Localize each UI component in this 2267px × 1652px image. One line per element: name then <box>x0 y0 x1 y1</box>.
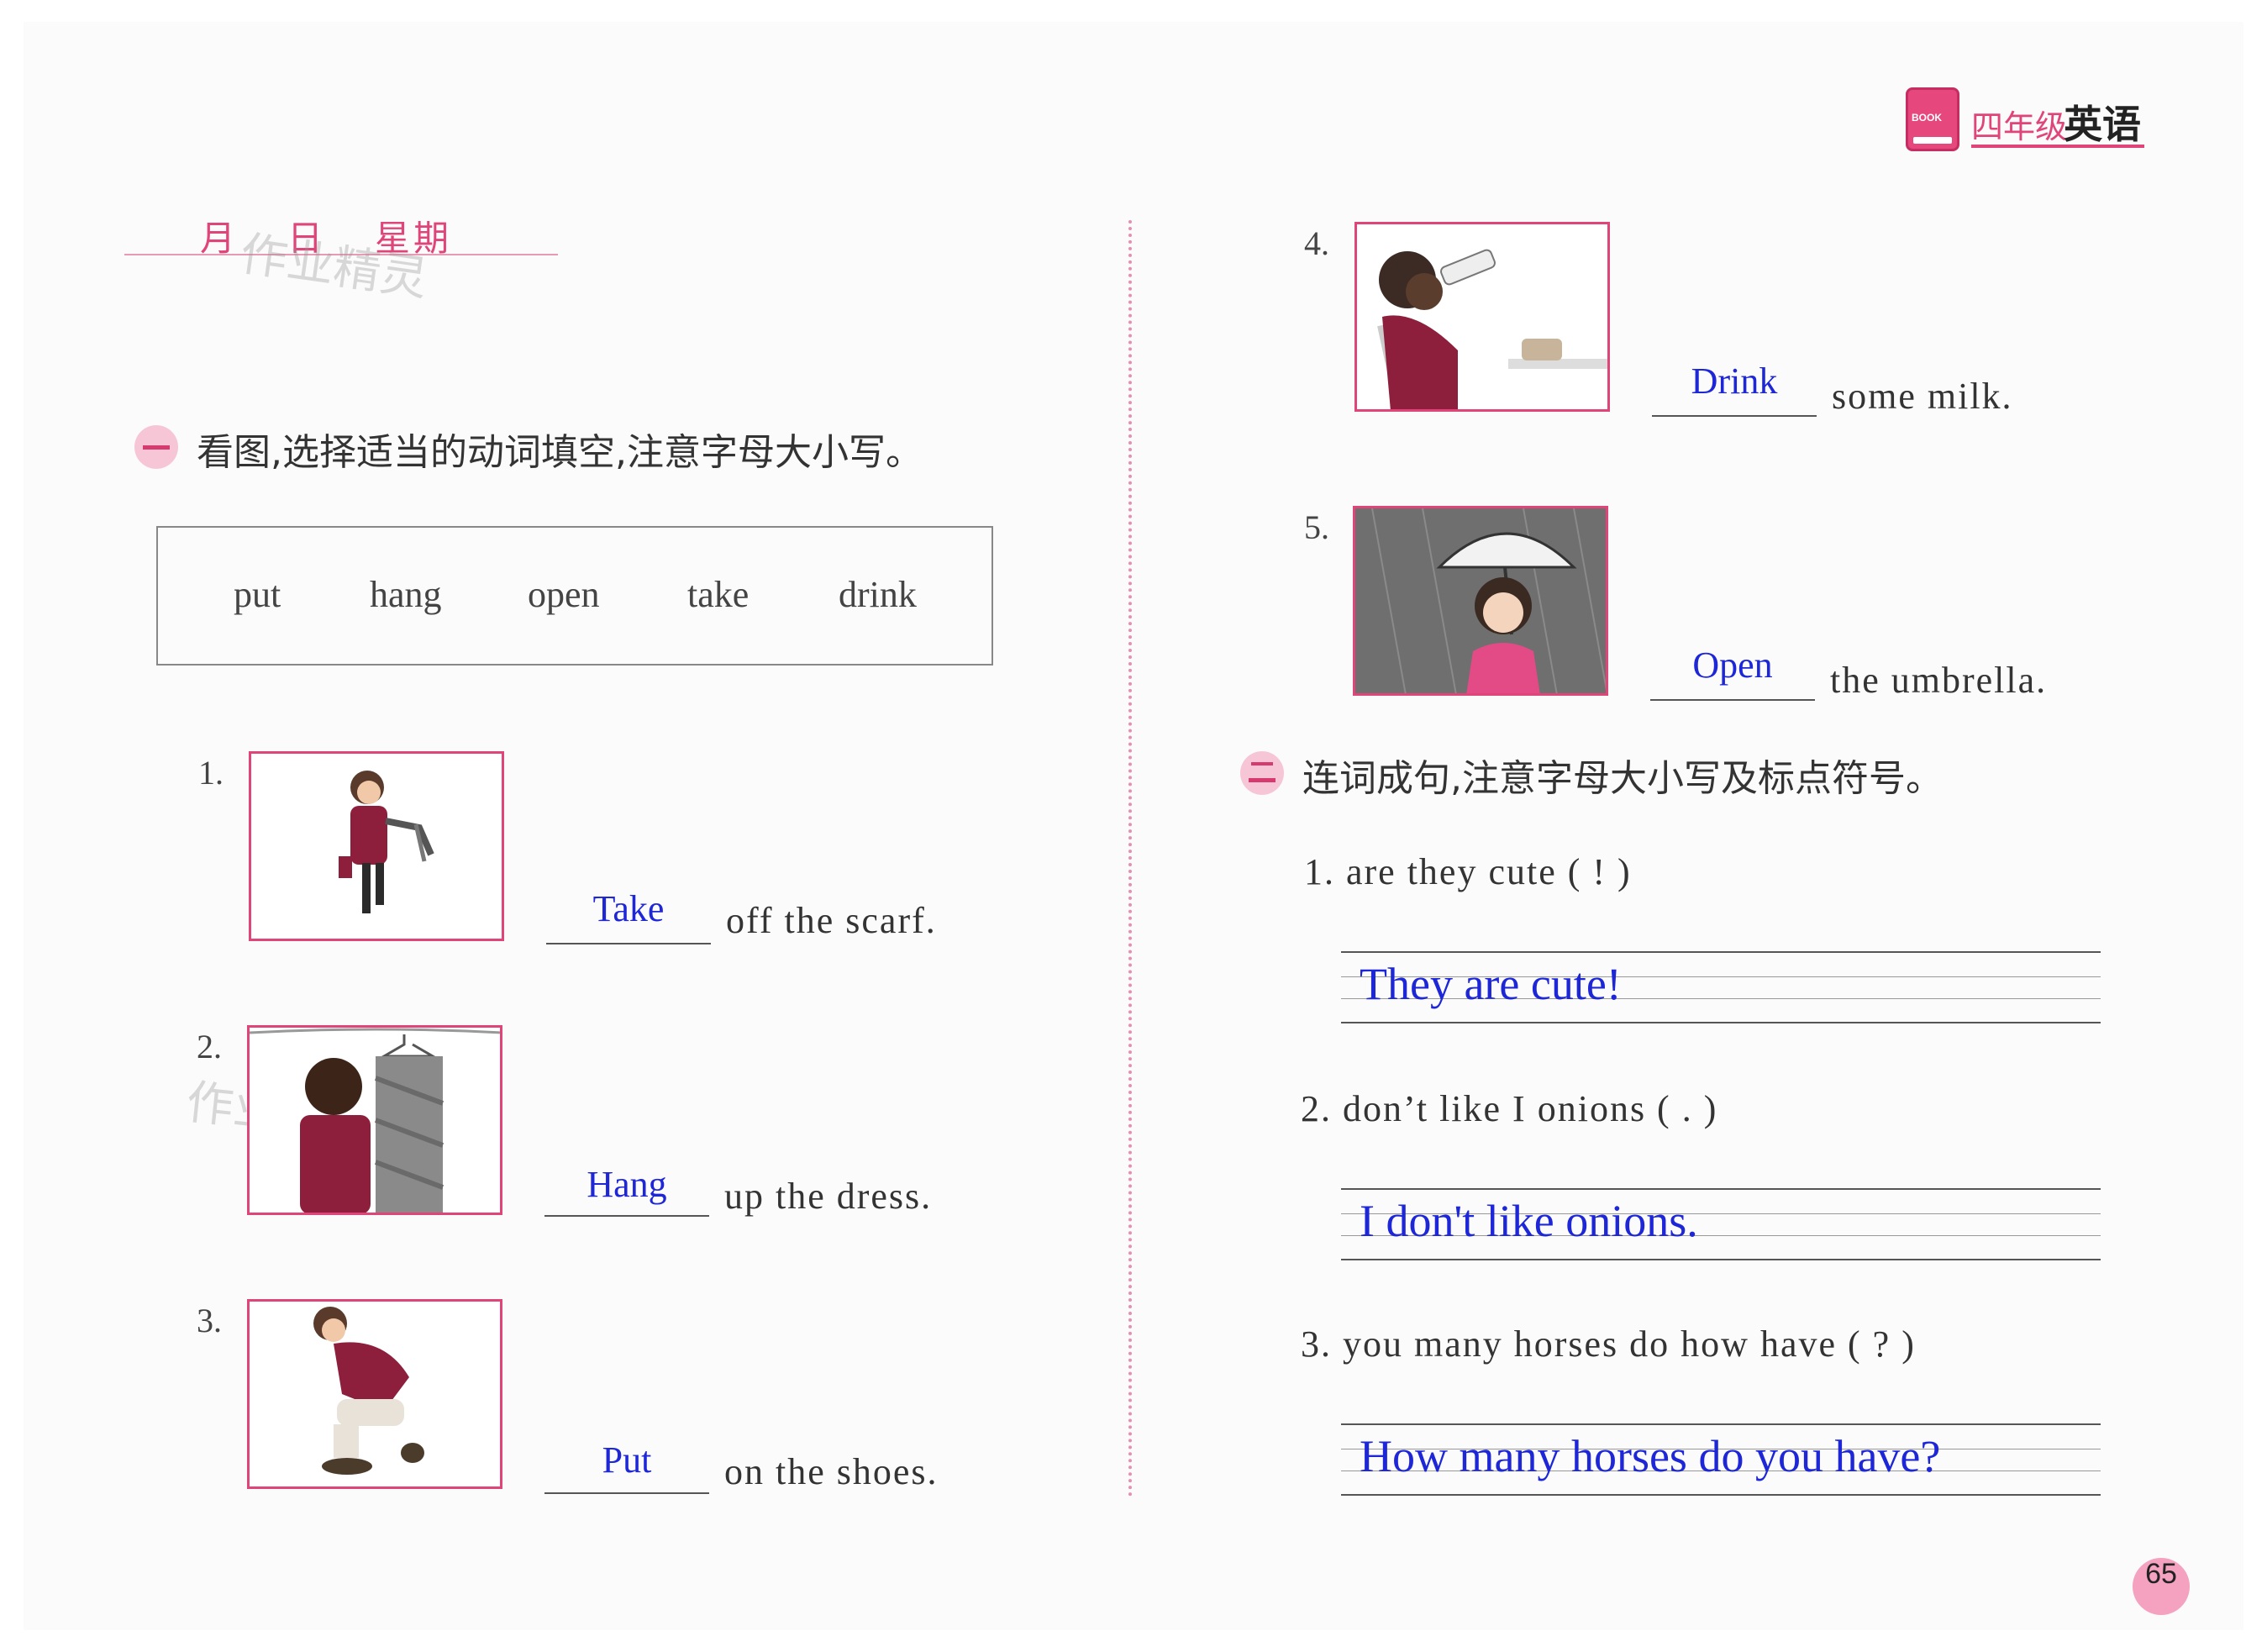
scramble-prompt-1: 1. are they cute ( ! ) <box>1304 851 1632 892</box>
picture-girl-umbrella <box>1353 506 1608 696</box>
header-underline <box>1971 145 2144 148</box>
picture-boy-milk <box>1354 222 1610 412</box>
page-divider <box>1128 220 1132 1497</box>
month-label: 月 <box>200 218 239 259</box>
handwritten-answer-2[interactable]: I don't like onions. <box>1360 1195 1698 1247</box>
writing-line <box>1341 1022 2101 1023</box>
item-number: 2. <box>197 1028 222 1065</box>
boy-shoes-illustration <box>313 1307 424 1475</box>
handwritten-answer-3[interactable]: How many horses do you have? <box>1360 1430 1940 1482</box>
word-bank-item: put <box>234 574 281 615</box>
answer-5: Open <box>1692 644 1773 686</box>
word-bank-item: take <box>687 574 750 615</box>
section-one-badge <box>134 425 178 469</box>
writing-line <box>1341 951 2101 953</box>
sentence-rest: up the dress. <box>724 1176 933 1217</box>
handwritten-answer-1[interactable]: They are cute! <box>1360 958 1622 1010</box>
page-number: 65 <box>2133 1558 2190 1615</box>
boy-milk-illustration <box>1377 249 1607 409</box>
answer-3: Put <box>602 1439 652 1481</box>
girl-scarf-illustration <box>339 771 434 913</box>
word-bank-item: hang <box>370 574 442 615</box>
section-two-badge <box>1240 751 1284 795</box>
answer-1: Take <box>592 888 665 929</box>
item-number: 3. <box>197 1302 222 1339</box>
answer-blank[interactable] <box>1652 415 1817 417</box>
sentence-rest: on the shoes. <box>724 1451 939 1492</box>
sentence-rest: off the scarf. <box>726 900 937 941</box>
grade-label: 四年级 <box>1971 108 2068 145</box>
subject-label: 英语 <box>2064 102 2141 147</box>
item-number: 1. <box>198 754 224 792</box>
girl-dress-illustration <box>250 1028 500 1213</box>
answer-blank[interactable] <box>544 1215 709 1217</box>
picture-girl-dress <box>247 1025 502 1215</box>
scramble-prompt-2: 2. don’t like I onions ( . ) <box>1301 1088 1718 1129</box>
picture-boy-shoes <box>247 1299 502 1489</box>
answer-blank[interactable] <box>546 943 711 944</box>
writing-line <box>1341 1259 2101 1260</box>
girl-umbrella-illustration <box>1371 508 1606 693</box>
writing-line <box>1341 1423 2101 1425</box>
sentence-rest: the umbrella. <box>1830 660 2048 701</box>
item-number: 5. <box>1304 508 1329 546</box>
writing-line <box>1341 1494 2101 1496</box>
section-one-instruction: 看图,选择适当的动词填空,注意字母大小写。 <box>197 431 923 474</box>
word-bank-item: open <box>528 574 600 615</box>
answer-blank[interactable] <box>1650 699 1815 701</box>
item-number: 4. <box>1304 224 1329 262</box>
writing-line <box>1341 1188 2101 1190</box>
sentence-rest: some milk. <box>1832 376 2013 417</box>
answer-2: Hang <box>586 1164 667 1205</box>
answer-4: Drink <box>1691 360 1778 402</box>
word-bank-item: drink <box>839 574 917 615</box>
word-bank: put hang open take drink <box>156 526 993 666</box>
book-icon: BOOK <box>1906 87 1959 151</box>
answer-blank[interactable] <box>544 1492 709 1494</box>
picture-girl-scarf <box>249 751 504 941</box>
section-two-instruction: 连词成句,注意字母大小写及标点符号。 <box>1302 757 1943 800</box>
scramble-prompt-3: 3. you many horses do how have ( ? ) <box>1301 1323 1916 1365</box>
